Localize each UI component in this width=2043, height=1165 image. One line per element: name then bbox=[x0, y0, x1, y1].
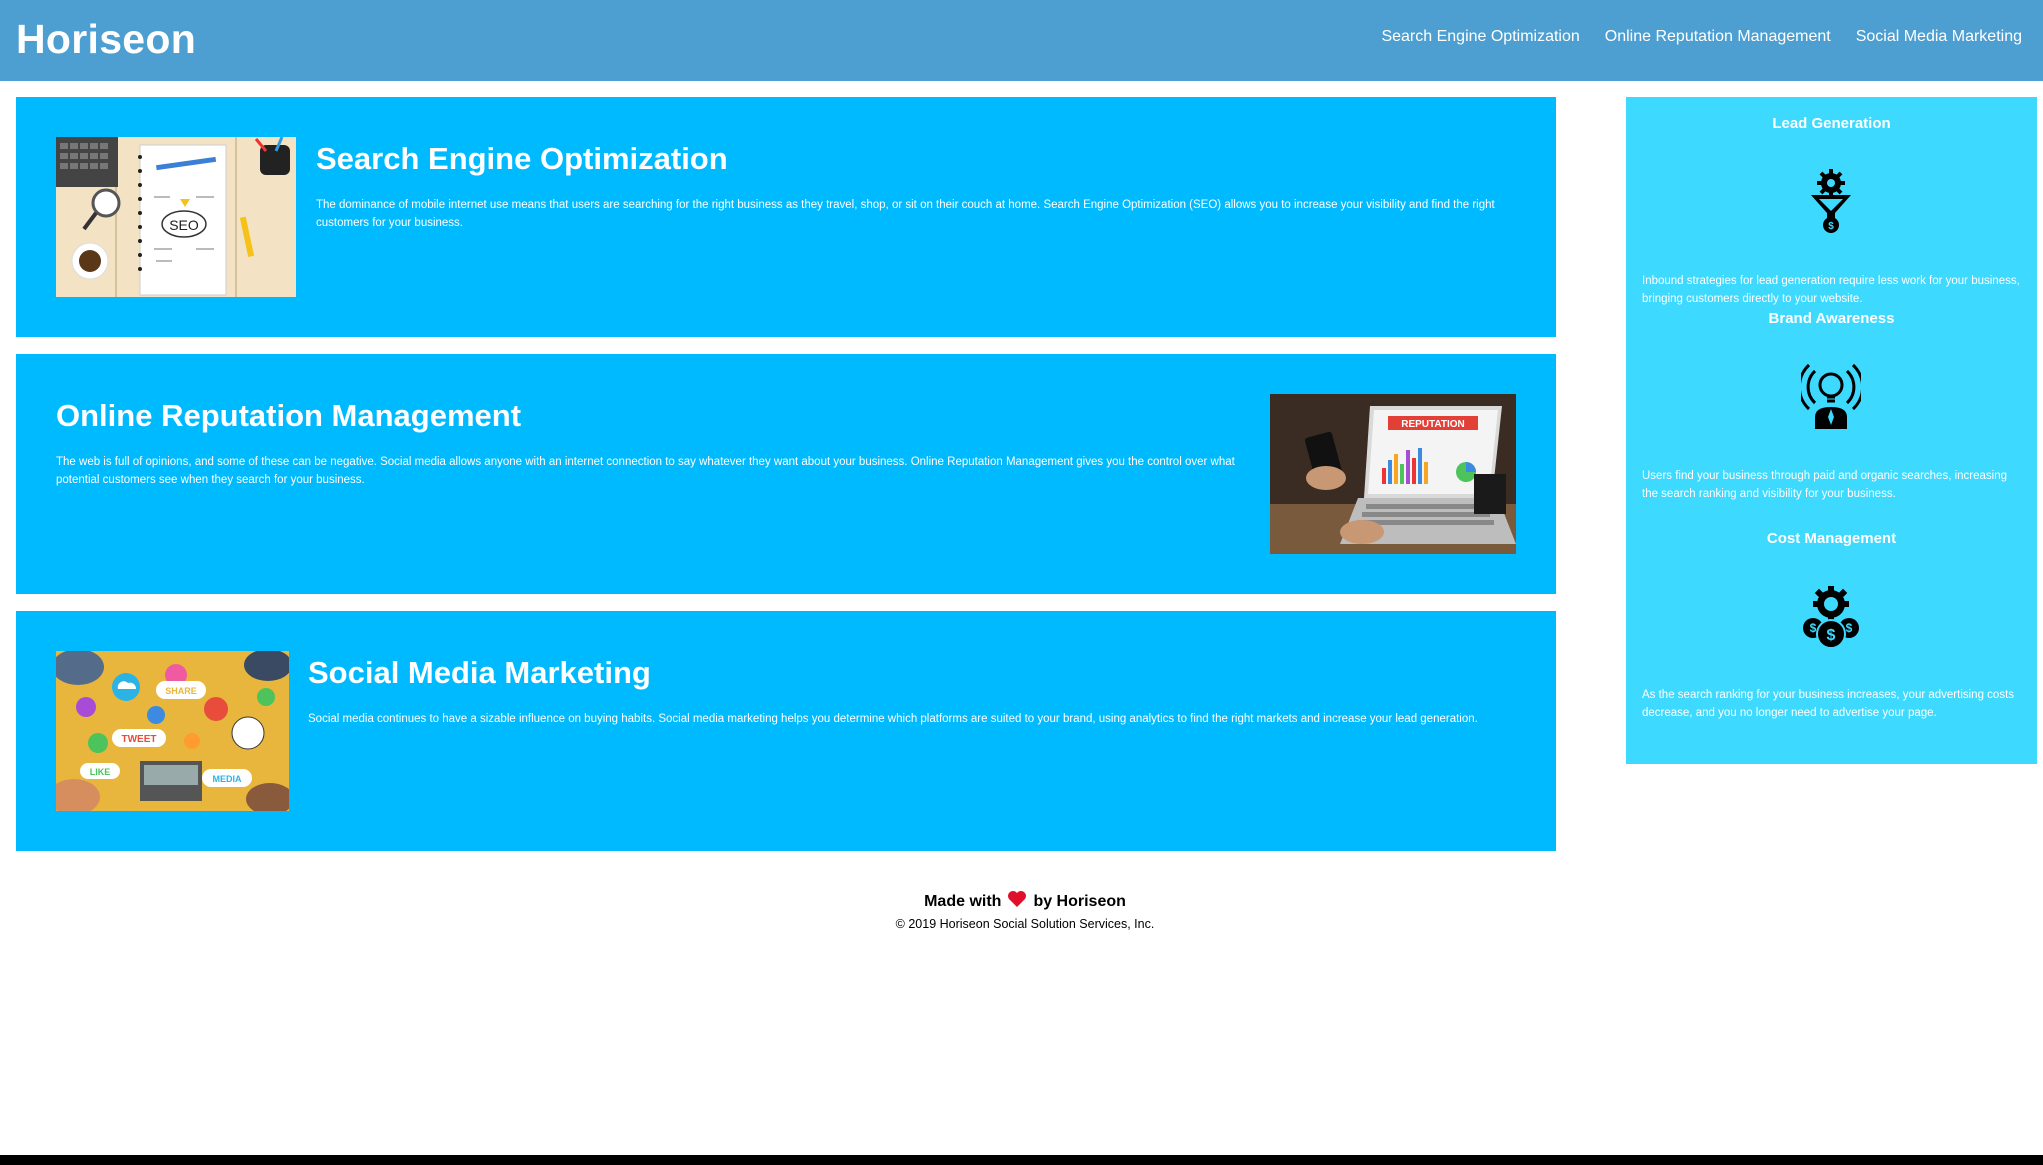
reputation-image: REPUTATION bbox=[1270, 394, 1516, 554]
benefit-title: Cost Management bbox=[1766, 530, 1897, 547]
nav-link-seo[interactable]: Search Engine Optimization bbox=[1381, 28, 1579, 46]
social-media-image: MEDIA TWEET SHARE LIKE bbox=[56, 651, 289, 811]
social-media-description: Social media continues to have a sizable… bbox=[308, 713, 1478, 725]
svg-text:$: $ bbox=[1827, 627, 1836, 644]
lead-funnel-icon: $ bbox=[1801, 169, 1861, 235]
benefit-title: Brand Awareness bbox=[1768, 310, 1895, 327]
made-with-text: Made with bbox=[924, 892, 1002, 910]
svg-text:$: $ bbox=[1810, 621, 1817, 635]
benefit-title: Lead Generation bbox=[1772, 115, 1891, 132]
tweet-bubble: TWEET bbox=[122, 734, 157, 745]
share-bubble: SHARE bbox=[165, 686, 197, 696]
nav-link-social-media[interactable]: Social Media Marketing bbox=[1856, 28, 2022, 46]
online-reputation-section: Online Reputation Management The web is … bbox=[16, 354, 1556, 594]
seo-section: SEO Search Engine Optimization The domin… bbox=[16, 97, 1556, 337]
reputation-image-label: REPUTATION bbox=[1401, 419, 1465, 430]
heart-icon bbox=[1007, 890, 1027, 913]
svg-text:$: $ bbox=[1828, 221, 1834, 232]
bottom-edge-bar bbox=[0, 1155, 2043, 1165]
site-footer: Made with by Horiseon © 2019 Horiseon So… bbox=[0, 890, 2043, 931]
svg-text:$: $ bbox=[1846, 621, 1853, 635]
site-header: Horiseon Search Engine Optimization Onli… bbox=[0, 0, 2043, 81]
benefit-text: Inbound strategies for lead generation r… bbox=[1642, 275, 2020, 305]
nav-link-online-reputation[interactable]: Online Reputation Management bbox=[1605, 28, 1831, 46]
benefit-text: As the search ranking for your business … bbox=[1642, 689, 2015, 719]
by-horiseon-text: by Horiseon bbox=[1033, 892, 1126, 910]
social-media-section: MEDIA TWEET SHARE LIKE Social Media Mark… bbox=[16, 611, 1556, 851]
lightbulb-person-icon bbox=[1797, 363, 1865, 429]
media-bubble: MEDIA bbox=[213, 774, 243, 784]
main-nav: Search Engine Optimization Online Reputa… bbox=[1381, 28, 2022, 46]
copyright: © 2019 Horiseon Social Solution Services… bbox=[895, 917, 1155, 931]
like-bubble: LIKE bbox=[90, 767, 111, 777]
seo-title: Search Engine Optimization bbox=[316, 141, 728, 176]
made-with-line: Made with by Horiseon bbox=[0, 890, 2043, 913]
benefits-sidebar: Lead Generation $ Inbound strategies for… bbox=[1626, 97, 2037, 764]
social-media-title: Social Media Marketing bbox=[308, 655, 651, 690]
seo-description: The dominance of mobile internet use mea… bbox=[316, 199, 1495, 229]
site-logo[interactable]: Horiseon bbox=[16, 16, 196, 63]
online-reputation-description: The web is full of opinions, and some of… bbox=[56, 456, 1235, 486]
seo-image: SEO bbox=[56, 137, 296, 297]
benefit-text: Users find your business through paid an… bbox=[1642, 470, 2008, 500]
gear-coins-icon: $ $ $ bbox=[1801, 584, 1861, 650]
online-reputation-title: Online Reputation Management bbox=[56, 398, 522, 433]
seo-image-label: SEO bbox=[169, 217, 199, 233]
